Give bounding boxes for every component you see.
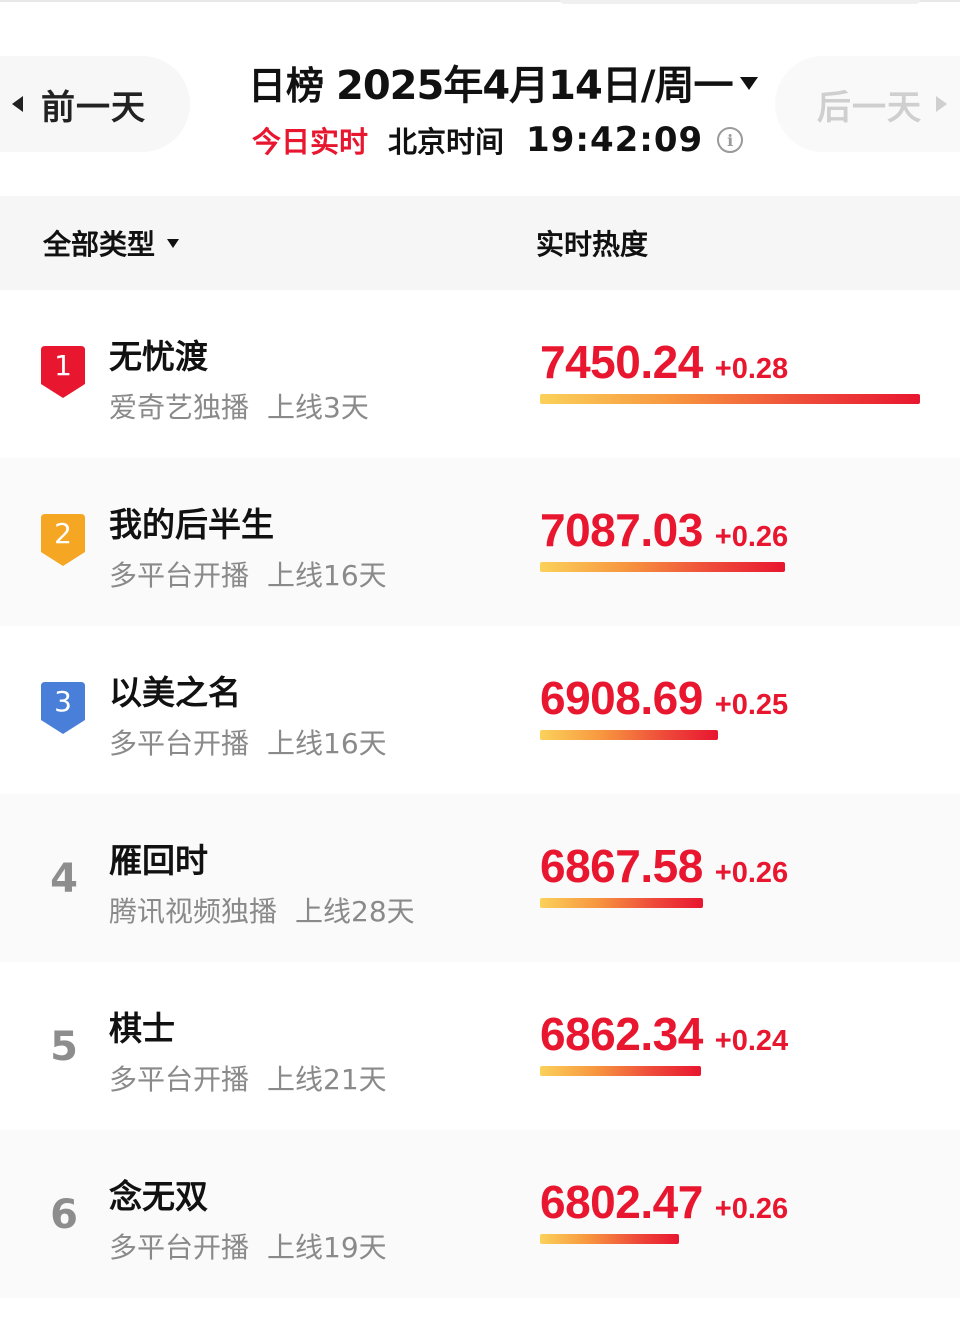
- rank-number: 4: [50, 856, 78, 902]
- category-filter[interactable]: 全部类型: [43, 196, 180, 290]
- rank-number: 1: [54, 349, 72, 382]
- show-online-days: 上线28天: [295, 895, 415, 928]
- heat-delta: +0.24: [714, 1025, 789, 1057]
- heat-bar: [540, 1234, 920, 1244]
- rank-number: 3: [54, 685, 72, 718]
- column-header: 全部类型 实时热度: [0, 196, 960, 290]
- board-title: 日榜: [248, 63, 325, 108]
- heat-bar-fill: [540, 730, 719, 740]
- show-platform: 爱奇艺独播: [109, 391, 250, 424]
- heat-bar-fill: [540, 1066, 702, 1076]
- show-meta: 多平台开播 上线16天: [109, 722, 387, 762]
- show-name: 以美之名: [109, 673, 241, 712]
- heat-bar-fill: [540, 562, 785, 572]
- heat-score: 7450.24 +0.28: [540, 335, 788, 389]
- rank-badge-gold-icon: 1: [41, 346, 85, 398]
- info-icon[interactable]: i: [717, 127, 744, 153]
- ranking-row[interactable]: 2 我的后半生 多平台开播 上线16天 7087.03 +0.26: [0, 458, 960, 626]
- show-name: 念无双: [109, 1177, 208, 1216]
- heat-score: 6867.58 +0.26: [540, 839, 788, 893]
- ranking-row[interactable]: 6 念无双 多平台开播 上线19天 6802.47 +0.26: [0, 1130, 960, 1298]
- heat-score: 7087.03 +0.26: [540, 503, 788, 557]
- triangle-down-icon: [740, 76, 759, 90]
- heat-bar-fill: [540, 394, 920, 404]
- heat-score: 6862.34 +0.24: [540, 1007, 788, 1061]
- previous-day-label: 前一天: [41, 87, 146, 128]
- rank-number: 2: [54, 517, 72, 550]
- rank-number: 6: [50, 1192, 78, 1238]
- heat-value: 6867.58: [540, 840, 703, 892]
- show-platform: 多平台开播: [109, 1063, 250, 1096]
- category-filter-label: 全部类型: [43, 228, 156, 261]
- heat-value: 7450.24: [540, 336, 703, 388]
- heat-bar: [540, 394, 920, 404]
- show-name: 棋士: [109, 1009, 175, 1048]
- show-platform: 腾讯视频独播: [109, 895, 278, 928]
- date-selector[interactable]: 日榜 2025年4月14日/周一: [248, 54, 759, 110]
- triangle-down-icon: [167, 238, 180, 248]
- ranking-list: 1 无忧渡 爱奇艺独播 上线3天 7450.24 +0.28 2 我的后半生 多平…: [0, 290, 960, 1298]
- heat-value: 6862.34: [540, 1008, 703, 1060]
- heat-column-header: 实时热度: [536, 228, 649, 261]
- live-clock: 19:42:09: [526, 120, 704, 160]
- show-online-days: 上线19天: [267, 1231, 387, 1264]
- heat-delta: +0.25: [714, 689, 789, 721]
- ranking-row[interactable]: 3 以美之名 多平台开播 上线16天 6908.69 +0.25: [0, 626, 960, 794]
- show-online-days: 上线16天: [267, 727, 387, 760]
- show-platform: 多平台开播: [109, 1231, 250, 1264]
- show-meta: 多平台开播 上线16天: [109, 554, 387, 594]
- heat-bar-fill: [540, 898, 704, 908]
- heat-delta: +0.28: [714, 353, 789, 385]
- show-online-days: 上线21天: [267, 1063, 387, 1096]
- heat-delta: +0.26: [714, 857, 789, 889]
- show-meta: 腾讯视频独播 上线28天: [109, 890, 415, 930]
- rank-number: 5: [50, 1024, 78, 1070]
- heat-delta: +0.26: [714, 1193, 789, 1225]
- heat-bar-fill: [540, 1234, 679, 1244]
- show-online-days: 上线16天: [267, 559, 387, 592]
- heat-delta: +0.26: [714, 521, 789, 553]
- heat-bar: [540, 1066, 920, 1076]
- live-status-row: 今日实时 北京时间 19:42:09 i: [252, 118, 744, 162]
- rank-badge-blue-icon: 3: [41, 682, 85, 734]
- date-header: 前一天 日榜 2025年4月14日/周一 今日实时 北京时间 19:42:09 …: [0, 0, 960, 196]
- show-meta: 多平台开播 上线21天: [109, 1058, 387, 1098]
- timezone-label: 北京时间: [388, 125, 505, 159]
- heat-value: 6802.47: [540, 1176, 703, 1228]
- heat-value: 7087.03: [540, 504, 703, 556]
- show-platform: 多平台开播: [109, 559, 250, 592]
- heat-score: 6908.69 +0.25: [540, 671, 788, 725]
- heat-bar: [540, 898, 920, 908]
- next-day-button: 后一天: [775, 56, 960, 152]
- show-meta: 爱奇艺独播 上线3天: [109, 386, 369, 426]
- show-online-days: 上线3天: [267, 391, 369, 424]
- show-name: 无忧渡: [109, 337, 208, 376]
- ranking-row[interactable]: 1 无忧渡 爱奇艺独播 上线3天 7450.24 +0.28: [0, 290, 960, 458]
- triangle-left-icon: [12, 96, 23, 112]
- heat-bar: [540, 730, 920, 740]
- next-day-label: 后一天: [817, 87, 922, 128]
- board-date: 2025年4月14日/周一: [336, 63, 733, 109]
- previous-day-button[interactable]: 前一天: [0, 56, 190, 152]
- ranking-row[interactable]: 5 棋士 多平台开播 上线21天 6862.34 +0.24: [0, 962, 960, 1130]
- heat-bar: [540, 562, 920, 572]
- show-meta: 多平台开播 上线19天: [109, 1226, 387, 1266]
- live-label: 今日实时: [252, 125, 369, 159]
- ranking-row[interactable]: 4 雁回时 腾讯视频独播 上线28天 6867.58 +0.26: [0, 794, 960, 962]
- rank-badge-orange-icon: 2: [41, 514, 85, 566]
- heat-score: 6802.47 +0.26: [540, 1175, 788, 1229]
- show-name: 雁回时: [109, 841, 208, 880]
- triangle-right-icon: [936, 96, 947, 112]
- show-name: 我的后半生: [109, 505, 274, 544]
- show-platform: 多平台开播: [109, 727, 250, 760]
- heat-value: 6908.69: [540, 672, 703, 724]
